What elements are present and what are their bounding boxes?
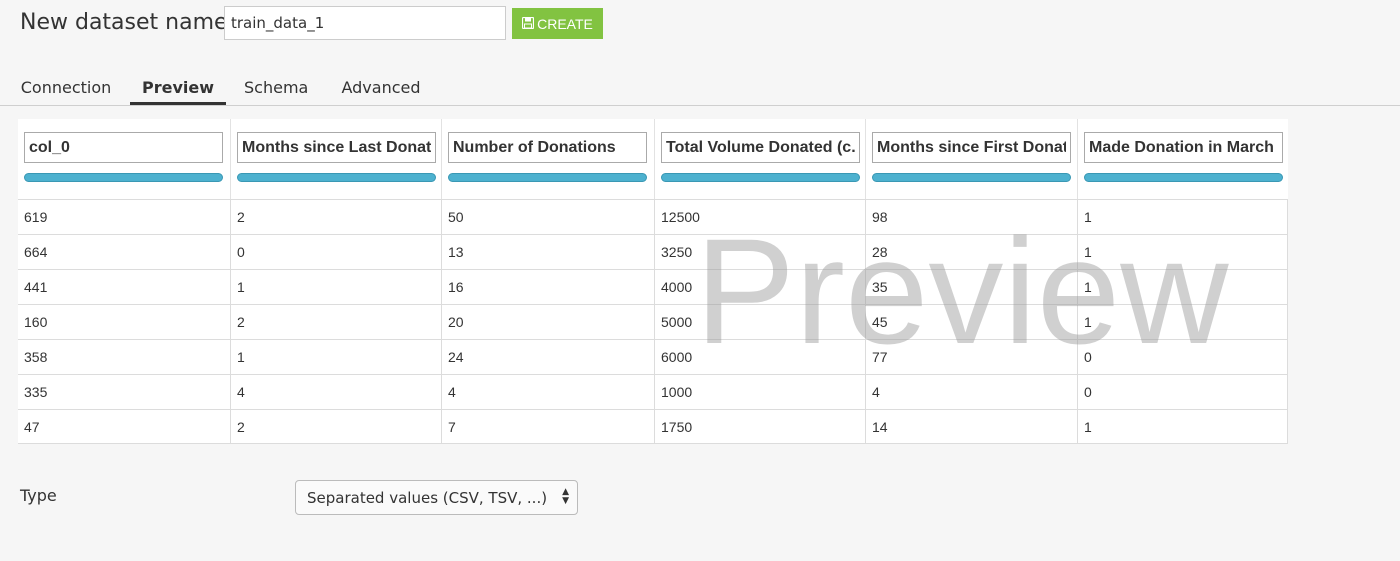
column-header [1078, 119, 1288, 199]
column-name-input[interactable] [1084, 132, 1283, 163]
column-header [442, 119, 655, 199]
save-icon [522, 16, 535, 31]
table-body: 619 2 50 12500 98 1 664 0 13 3250 28 1 4… [18, 199, 1288, 444]
table-header-row [18, 119, 1288, 199]
column-name-input[interactable] [661, 132, 860, 163]
create-button[interactable]: CREATE [512, 8, 603, 39]
table-cell[interactable]: 160 [18, 305, 231, 339]
table-cell[interactable]: 2 [231, 200, 442, 234]
column-header [18, 119, 231, 199]
table-cell[interactable]: 16 [442, 270, 655, 304]
column-name-input[interactable] [237, 132, 436, 163]
table-cell[interactable]: 619 [18, 200, 231, 234]
table-row: 47 2 7 1750 14 1 [18, 409, 1288, 444]
table-cell[interactable]: 13 [442, 235, 655, 269]
table-cell[interactable]: 2 [231, 410, 442, 444]
table-cell[interactable]: 35 [866, 270, 1078, 304]
table-cell[interactable]: 4000 [655, 270, 866, 304]
table-row: 619 2 50 12500 98 1 [18, 199, 1288, 234]
column-type-bar[interactable] [24, 173, 223, 182]
tab-advanced[interactable]: Advanced [340, 78, 422, 105]
table-cell[interactable]: 1 [231, 340, 442, 374]
column-type-bar[interactable] [661, 173, 860, 182]
table-cell[interactable]: 1000 [655, 375, 866, 409]
column-header [866, 119, 1078, 199]
table-cell[interactable]: 0 [1078, 340, 1288, 374]
table-cell[interactable]: 45 [866, 305, 1078, 339]
table-cell[interactable]: 24 [442, 340, 655, 374]
table-row: 358 1 24 6000 77 0 [18, 339, 1288, 374]
column-name-input[interactable] [24, 132, 223, 163]
dataset-name-input[interactable] [224, 6, 506, 40]
table-row: 664 0 13 3250 28 1 [18, 234, 1288, 269]
table-cell[interactable]: 0 [1078, 375, 1288, 409]
column-name-input[interactable] [872, 132, 1071, 163]
column-type-bar[interactable] [1084, 173, 1283, 182]
table-cell[interactable]: 7 [442, 410, 655, 444]
table-cell[interactable]: 12500 [655, 200, 866, 234]
table-row: 160 2 20 5000 45 1 [18, 304, 1288, 339]
table-row: 441 1 16 4000 35 1 [18, 269, 1288, 304]
table-cell[interactable]: 1 [1078, 270, 1288, 304]
format-type-select[interactable]: Separated values (CSV, TSV, ...) ▲ ▼ [295, 480, 578, 515]
table-row: 335 4 4 1000 4 0 [18, 374, 1288, 409]
table-cell[interactable]: 5000 [655, 305, 866, 339]
page-title: New dataset name [20, 10, 228, 35]
table-cell[interactable]: 0 [231, 235, 442, 269]
table-cell[interactable]: 98 [866, 200, 1078, 234]
table-cell[interactable]: 1 [1078, 200, 1288, 234]
tab-bar: Connection Preview Schema Advanced [0, 72, 1400, 106]
table-cell[interactable]: 335 [18, 375, 231, 409]
column-type-bar[interactable] [448, 173, 647, 182]
table-cell[interactable]: 1 [1078, 410, 1288, 444]
create-button-label: CREATE [537, 15, 593, 32]
table-cell[interactable]: 1 [1078, 235, 1288, 269]
table-cell[interactable]: 14 [866, 410, 1078, 444]
table-cell[interactable]: 2 [231, 305, 442, 339]
table-cell[interactable]: 50 [442, 200, 655, 234]
table-cell[interactable]: 6000 [655, 340, 866, 374]
table-cell[interactable]: 4 [231, 375, 442, 409]
table-cell[interactable]: 4 [442, 375, 655, 409]
table-cell[interactable]: 441 [18, 270, 231, 304]
tab-connection[interactable]: Connection [20, 78, 112, 105]
table-cell[interactable]: 4 [866, 375, 1078, 409]
table-cell[interactable]: 28 [866, 235, 1078, 269]
table-cell[interactable]: 1750 [655, 410, 866, 444]
preview-table: 619 2 50 12500 98 1 664 0 13 3250 28 1 4… [18, 119, 1288, 452]
type-label: Type [20, 486, 57, 505]
table-cell[interactable]: 358 [18, 340, 231, 374]
column-header [655, 119, 866, 199]
select-arrows-icon: ▲ ▼ [562, 487, 569, 506]
table-cell[interactable]: 664 [18, 235, 231, 269]
tab-preview[interactable]: Preview [130, 78, 226, 105]
table-cell[interactable]: 1 [1078, 305, 1288, 339]
table-cell[interactable]: 77 [866, 340, 1078, 374]
table-cell[interactable]: 1 [231, 270, 442, 304]
column-name-input[interactable] [448, 132, 647, 163]
column-type-bar[interactable] [237, 173, 436, 182]
column-header [231, 119, 442, 199]
table-cell[interactable]: 20 [442, 305, 655, 339]
table-cell[interactable]: 47 [18, 410, 231, 444]
table-cell[interactable]: 3250 [655, 235, 866, 269]
column-type-bar[interactable] [872, 173, 1071, 182]
tab-schema[interactable]: Schema [244, 78, 308, 105]
format-type-value: Separated values (CSV, TSV, ...) [307, 488, 548, 507]
